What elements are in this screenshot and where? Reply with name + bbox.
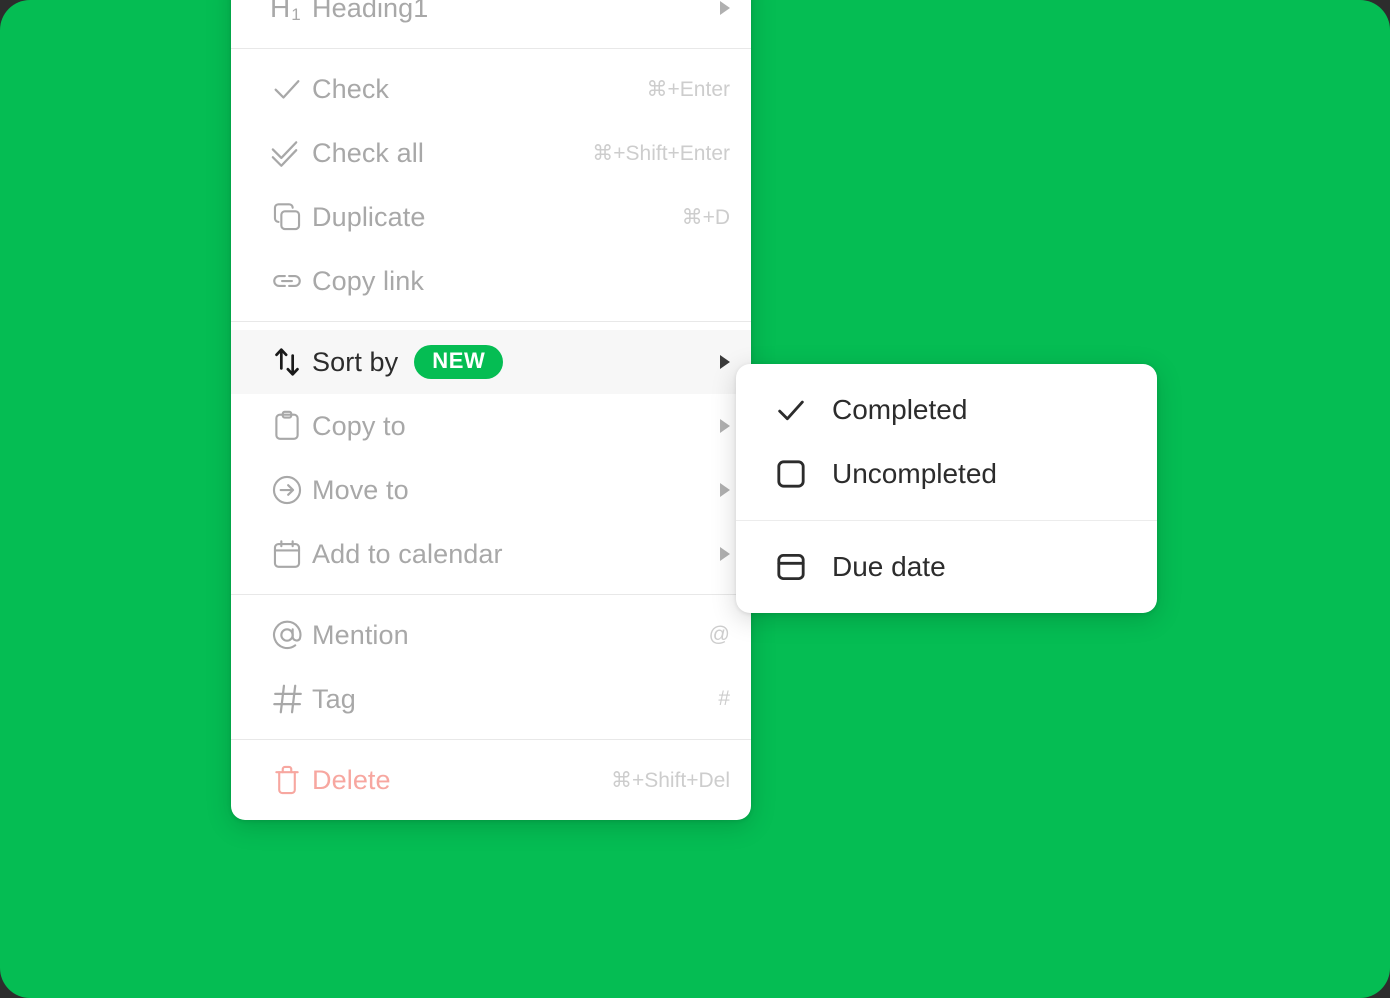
- submenu-item-label: Due date: [832, 551, 946, 582]
- menu-item-move-to[interactable]: Move to: [231, 458, 751, 522]
- chevron-right-icon: [720, 547, 730, 561]
- menu-item-check[interactable]: Check ⌘+Enter: [231, 57, 751, 121]
- menu-item-heading1[interactable]: H1 Heading1: [231, 0, 751, 40]
- sort-by-submenu: Completed Uncompleted Due date: [736, 364, 1157, 613]
- menu-item-shortcut: #: [718, 687, 730, 710]
- menu-item-label: Check: [312, 73, 390, 104]
- menu-group-organize: Sort by NEW Copy to Move to Add to calen…: [231, 321, 751, 594]
- menu-item-duplicate[interactable]: Duplicate ⌘+D: [231, 185, 751, 249]
- chevron-right-icon: [720, 1, 730, 15]
- menu-item-label: Tag: [312, 683, 356, 714]
- menu-item-sort-by[interactable]: Sort by NEW: [231, 330, 751, 394]
- submenu-item-uncompleted[interactable]: Uncompleted: [736, 442, 1157, 506]
- menu-item-label: Delete: [312, 764, 391, 795]
- menu-item-shortcut: ⌘+Shift+Enter: [592, 141, 730, 165]
- menu-item-label: Mention: [312, 619, 409, 650]
- submenu-group-date: Due date: [736, 520, 1157, 613]
- menu-item-delete[interactable]: Delete ⌘+Shift+Del: [231, 748, 751, 812]
- menu-item-label-group: Sort by NEW: [312, 345, 702, 379]
- submenu-item-due-date[interactable]: Due date: [736, 535, 1157, 599]
- menu-item-label: Add to calendar: [312, 538, 503, 569]
- sort-icon: [270, 345, 312, 379]
- trash-icon: [270, 763, 312, 797]
- hash-icon: [270, 681, 312, 717]
- menu-group-annotate: Mention @ Tag #: [231, 594, 751, 739]
- chevron-right-icon: [720, 419, 730, 433]
- menu-item-shortcut: ⌘+D: [681, 205, 730, 229]
- submenu-item-label: Uncompleted: [832, 458, 997, 489]
- calendar-icon: [270, 537, 312, 571]
- menu-item-label: Copy link: [312, 265, 424, 296]
- submenu-item-label: Completed: [832, 394, 968, 425]
- menu-item-shortcut: @: [708, 623, 730, 646]
- menu-item-label: Sort by: [312, 346, 399, 377]
- at-icon: [270, 618, 312, 652]
- submenu-item-completed[interactable]: Completed: [736, 378, 1157, 442]
- context-menu: H1 Heading1 Check ⌘+Enter Check all ⌘+Sh…: [231, 0, 751, 820]
- menu-item-shortcut: ⌘+Enter: [646, 77, 730, 101]
- menu-item-mention[interactable]: Mention @: [231, 603, 751, 667]
- move-to-icon: [270, 473, 312, 507]
- menu-group-heading: H1 Heading1: [231, 0, 751, 48]
- menu-item-check-all[interactable]: Check all ⌘+Shift+Enter: [231, 121, 751, 185]
- menu-group-delete: Delete ⌘+Shift+Del: [231, 739, 751, 820]
- menu-item-label: Move to: [312, 474, 409, 505]
- check-icon: [270, 72, 312, 106]
- due-date-icon: [774, 550, 832, 584]
- menu-item-label: Heading1: [312, 0, 429, 23]
- submenu-group-status: Completed Uncompleted: [736, 364, 1157, 520]
- app-canvas: H1 Heading1 Check ⌘+Enter Check all ⌘+Sh…: [0, 0, 1390, 998]
- chevron-right-icon: [720, 483, 730, 497]
- heading1-icon: H1: [270, 0, 301, 24]
- menu-item-copy-to[interactable]: Copy to: [231, 394, 751, 458]
- duplicate-icon: [270, 200, 312, 234]
- checkmark-icon: [774, 393, 832, 427]
- check-all-icon: [270, 136, 312, 170]
- clipboard-icon: [270, 409, 312, 443]
- chevron-right-icon: [720, 355, 730, 369]
- menu-item-copy-link[interactable]: Copy link: [231, 249, 751, 313]
- menu-item-add-to-calendar[interactable]: Add to calendar: [231, 522, 751, 586]
- menu-item-label: Copy to: [312, 410, 406, 441]
- link-icon: [270, 264, 312, 298]
- menu-item-label: Check all: [312, 137, 424, 168]
- menu-group-actions: Check ⌘+Enter Check all ⌘+Shift+Enter Du…: [231, 48, 751, 321]
- new-badge: NEW: [414, 345, 504, 379]
- menu-item-shortcut: ⌘+Shift+Del: [610, 768, 730, 792]
- empty-checkbox-icon: [774, 457, 832, 491]
- menu-item-label: Duplicate: [312, 201, 426, 232]
- menu-item-tag[interactable]: Tag #: [231, 667, 751, 731]
